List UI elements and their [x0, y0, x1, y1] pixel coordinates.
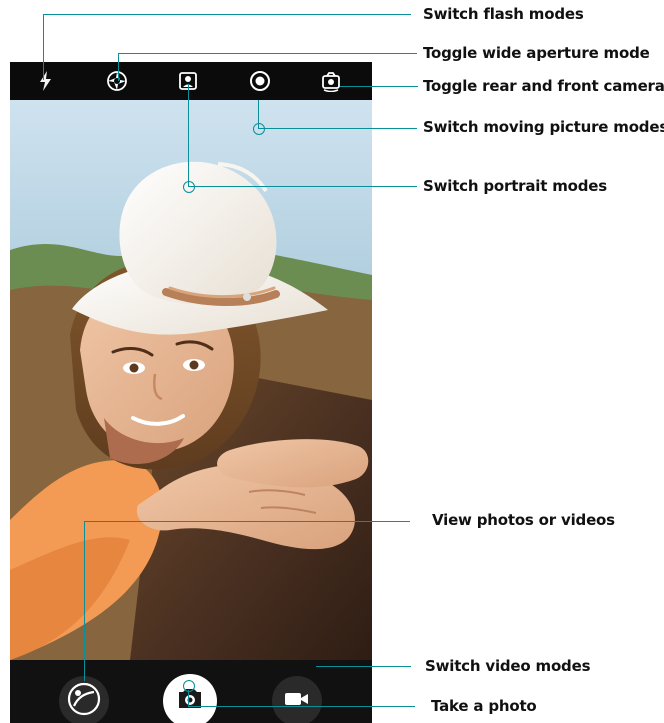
callout-moving-picture-horizontal [258, 128, 417, 129]
label-switch-flash-modes: Switch flash modes [423, 5, 584, 23]
callout-portrait-horizontal [188, 186, 417, 187]
label-toggle-rear-and-front-camera: Toggle rear and front camera [423, 77, 664, 95]
callout-photo-horizontal [188, 706, 415, 707]
callout-photo-vertical [188, 690, 189, 707]
camera-top-bar [10, 62, 372, 100]
callout-gallery-horizontal [84, 521, 410, 522]
flash-icon[interactable] [34, 69, 58, 93]
video-icon [283, 689, 311, 713]
label-switch-moving-picture-modes: Switch moving picture modes [423, 118, 664, 136]
callout-video-horizontal [316, 666, 411, 667]
callout-aperture-horizontal [118, 53, 417, 54]
camera-screen [10, 62, 372, 723]
callout-portrait-endpoint [183, 181, 195, 193]
gallery-icon [66, 681, 102, 721]
label-switch-portrait-modes: Switch portrait modes [423, 177, 608, 195]
switch-camera-icon[interactable] [319, 69, 343, 93]
label-take-a-photo: Take a photo [431, 697, 537, 715]
moving-picture-icon[interactable] [248, 69, 272, 93]
label-switch-video-modes: Switch video modes [425, 657, 591, 675]
callout-camera-switch-horizontal [340, 86, 418, 87]
gallery-button[interactable] [59, 676, 109, 723]
aperture-icon[interactable] [105, 69, 129, 93]
callout-flash-vertical [43, 14, 44, 80]
callout-gallery-vertical [84, 521, 85, 681]
callout-portrait-vertical [188, 84, 189, 186]
callout-photo-endpoint [183, 680, 195, 692]
callout-aperture-vertical [118, 53, 119, 81]
video-mode-button[interactable] [272, 676, 322, 723]
label-toggle-wide-aperture-mode: Toggle wide aperture mode [423, 44, 650, 62]
callout-flash-horizontal [43, 14, 411, 15]
label-view-photos-or-videos: View photos or videos [432, 511, 615, 529]
callout-moving-picture-endpoint [253, 123, 265, 135]
